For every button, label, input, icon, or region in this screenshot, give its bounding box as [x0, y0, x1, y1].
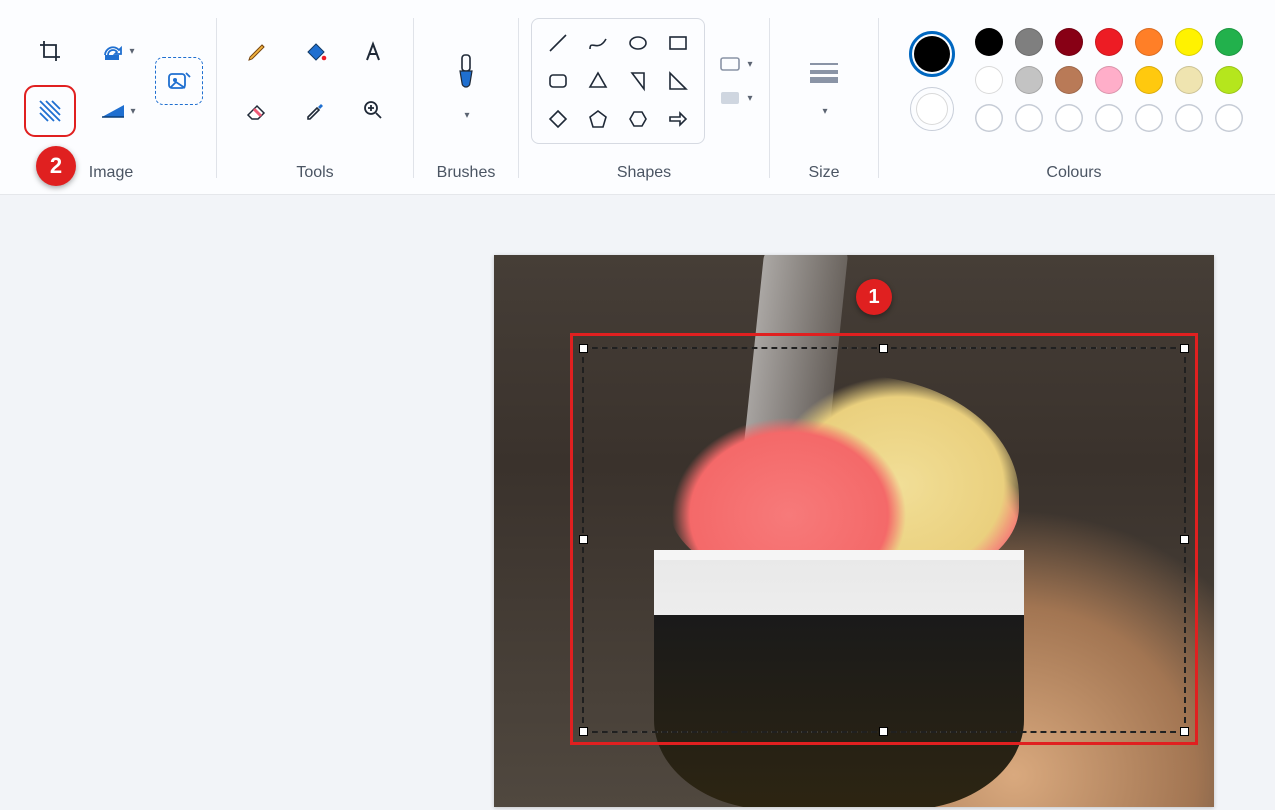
resize-icon — [37, 98, 63, 124]
rotate-icon — [101, 41, 125, 61]
shape-diamond-icon[interactable] — [546, 107, 570, 131]
chevron-down-icon: ▾ — [464, 110, 469, 121]
palette-swatch-empty[interactable] — [1055, 104, 1083, 132]
fill-bucket-icon — [302, 40, 328, 64]
palette-swatch-empty[interactable] — [975, 104, 1003, 132]
magnifier-icon — [361, 98, 385, 122]
palette-swatch[interactable] — [1015, 28, 1043, 56]
shape-pentagon-icon[interactable] — [586, 107, 610, 131]
separator — [216, 18, 217, 178]
selection-button[interactable] — [155, 57, 203, 105]
palette-swatch[interactable] — [1055, 28, 1083, 56]
separator — [878, 18, 879, 178]
palette-swatch[interactable] — [1215, 28, 1243, 56]
eraser-icon — [244, 99, 270, 121]
separator — [518, 18, 519, 178]
flip-button[interactable]: ▾ — [90, 88, 146, 134]
text-button[interactable] — [350, 29, 396, 75]
stroke-size-icon — [807, 58, 841, 86]
annotation-callout-1: 1 — [856, 279, 892, 315]
palette-swatch-empty[interactable] — [1015, 104, 1043, 132]
chevron-down-icon: ▾ — [129, 46, 134, 57]
group-label-tools: Tools — [296, 154, 333, 194]
pencil-icon — [245, 40, 269, 64]
chevron-down-icon: ▾ — [747, 93, 752, 104]
pencil-button[interactable] — [234, 29, 280, 75]
eraser-button[interactable] — [234, 87, 280, 133]
group-shapes: ▾ ▾ Shapes — [523, 8, 765, 194]
group-tools: Tools — [221, 8, 409, 194]
shape-polygon-icon[interactable] — [586, 69, 610, 93]
shape-curve-icon[interactable] — [586, 31, 610, 55]
group-brushes: ▾ Brushes — [418, 8, 514, 194]
shape-arrow-icon[interactable] — [666, 107, 690, 131]
canvas[interactable]: 1 — [494, 255, 1214, 807]
palette-swatch[interactable] — [1135, 28, 1163, 56]
fill-button[interactable] — [292, 29, 338, 75]
eyedropper-icon — [303, 98, 327, 122]
group-label-size: Size — [808, 154, 839, 194]
group-label-shapes: Shapes — [617, 154, 671, 194]
shapes-gallery[interactable] — [531, 18, 705, 144]
colour-1-swatch[interactable] — [909, 31, 955, 77]
rotate-button[interactable]: ▾ — [90, 28, 146, 74]
chevron-down-icon: ▾ — [822, 106, 827, 117]
palette-swatch[interactable] — [1175, 28, 1203, 56]
palette-swatch[interactable] — [1175, 66, 1203, 94]
colour-palette — [975, 28, 1245, 134]
magnifier-button[interactable] — [350, 87, 396, 133]
shape-oval-icon[interactable] — [626, 31, 650, 55]
group-size: ▾ Size — [774, 8, 874, 194]
separator — [413, 18, 414, 178]
brushes-button[interactable] — [440, 42, 492, 104]
shape-line-icon[interactable] — [546, 31, 570, 55]
fill-icon — [719, 90, 741, 106]
group-label-image: Image — [89, 154, 133, 194]
annotation-callout-2: 2 — [36, 146, 76, 186]
workspace: 1 — [0, 195, 1275, 810]
flip-icon — [100, 102, 126, 120]
size-button[interactable] — [798, 46, 850, 98]
palette-swatch[interactable] — [975, 28, 1003, 56]
resize-button[interactable] — [27, 88, 73, 134]
canvas-image — [654, 550, 1024, 807]
palette-swatch[interactable] — [975, 66, 1003, 94]
shape-righttri-icon[interactable] — [666, 69, 690, 93]
colour-2-swatch[interactable] — [910, 87, 954, 131]
crop-icon — [38, 39, 62, 63]
shape-fill-button[interactable]: ▾ — [715, 90, 757, 106]
chevron-down-icon: ▾ — [747, 59, 752, 70]
shape-roundrect-icon[interactable] — [546, 69, 570, 93]
palette-swatch[interactable] — [1095, 66, 1123, 94]
palette-swatch[interactable] — [1135, 66, 1163, 94]
separator — [769, 18, 770, 178]
shape-triangle-icon[interactable] — [626, 69, 650, 93]
ribbon-toolbar: ▾ ▾ — [0, 0, 1275, 195]
shape-rect-icon[interactable] — [666, 31, 690, 55]
palette-swatch[interactable] — [1055, 66, 1083, 94]
palette-swatch-empty[interactable] — [1135, 104, 1163, 132]
selection-icon — [166, 69, 192, 93]
outline-icon — [719, 56, 741, 72]
group-label-brushes: Brushes — [437, 154, 496, 194]
shape-outline-button[interactable]: ▾ — [715, 56, 757, 72]
palette-swatch[interactable] — [1015, 66, 1043, 94]
group-label-colours: Colours — [1046, 154, 1101, 194]
palette-swatch[interactable] — [1095, 28, 1123, 56]
text-icon — [361, 40, 385, 64]
palette-swatch-empty[interactable] — [1175, 104, 1203, 132]
palette-swatch-empty[interactable] — [1095, 104, 1123, 132]
palette-swatch[interactable] — [1215, 66, 1243, 94]
crop-button[interactable] — [27, 28, 73, 74]
chevron-down-icon: ▾ — [130, 106, 135, 117]
brush-icon — [451, 53, 481, 93]
shape-hexagon-icon[interactable] — [626, 107, 650, 131]
group-colours: Colours — [883, 8, 1265, 194]
palette-swatch-empty[interactable] — [1215, 104, 1243, 132]
colour-picker-button[interactable] — [292, 87, 338, 133]
